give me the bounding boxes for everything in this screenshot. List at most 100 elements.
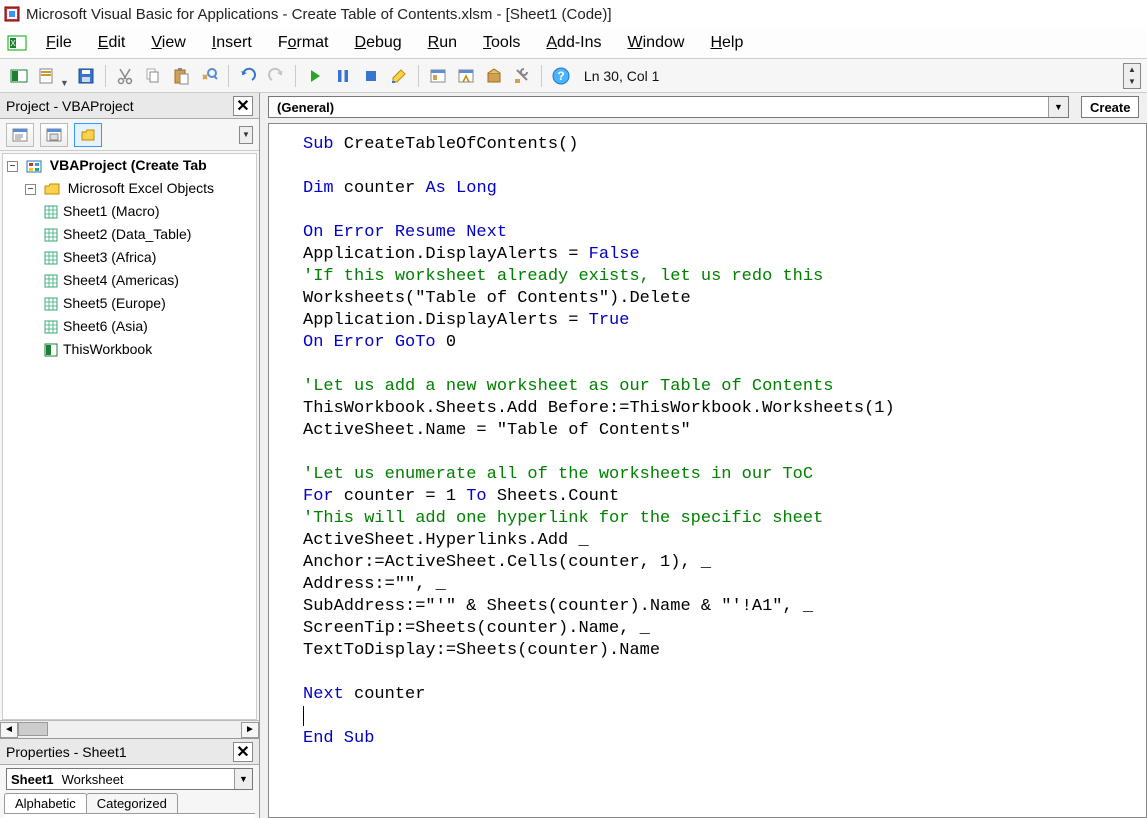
cut-icon[interactable] xyxy=(112,63,138,89)
menu-help[interactable]: Help xyxy=(698,30,755,56)
tree-workbook-item[interactable]: ThisWorkbook xyxy=(43,338,256,361)
window-title: Microsoft Visual Basic for Applications … xyxy=(26,6,612,23)
menu-window[interactable]: Window xyxy=(616,30,697,56)
worksheet-icon xyxy=(43,250,59,266)
scroll-left-icon[interactable]: ◄ xyxy=(0,722,18,738)
scroll-track[interactable] xyxy=(18,722,241,738)
menu-run[interactable]: Run xyxy=(416,30,469,56)
menu-insert[interactable]: Insert xyxy=(200,30,264,56)
collapse-icon[interactable]: − xyxy=(25,184,36,195)
collapse-icon[interactable]: − xyxy=(7,161,18,172)
tree-sheet-item[interactable]: Sheet2 (Data_Table) xyxy=(43,223,256,246)
view-object-icon[interactable] xyxy=(40,123,68,147)
separator xyxy=(541,65,542,87)
left-column: Project - VBAProject ✕ ▼ − VBAProject (C… xyxy=(0,93,260,818)
menu-bar: X File Edit View Insert Format Debug Run… xyxy=(0,28,1147,59)
excel-host-icon[interactable]: X xyxy=(6,32,28,54)
close-icon[interactable]: ✕ xyxy=(233,96,253,116)
properties-pane-header: Properties - Sheet1 ✕ xyxy=(0,739,259,765)
tree-sheet-item[interactable]: Sheet4 (Americas) xyxy=(43,269,256,292)
tree-sheet-label: Sheet2 (Data_Table) xyxy=(63,226,191,242)
project-pane-title: Project - VBAProject xyxy=(6,98,134,114)
project-icon xyxy=(26,158,42,174)
tree-sheet-item[interactable]: Sheet1 (Macro) xyxy=(43,200,256,223)
insert-module-icon[interactable] xyxy=(34,63,60,89)
properties-window-icon[interactable] xyxy=(453,63,479,89)
save-icon[interactable] xyxy=(73,63,99,89)
tab-categorized[interactable]: Categorized xyxy=(86,793,178,813)
worksheet-icon xyxy=(43,319,59,335)
title-bar: Microsoft Visual Basic for Applications … xyxy=(0,0,1147,28)
menu-file[interactable]: File xyxy=(34,30,84,56)
tree-group[interactable]: − Microsoft Excel Objects Sheet1 (Macro)… xyxy=(25,177,256,361)
view-excel-icon[interactable] xyxy=(6,63,32,89)
tree-sheet-item[interactable]: Sheet5 (Europe) xyxy=(43,292,256,315)
procedure-dropdown[interactable]: Create xyxy=(1081,96,1139,118)
project-hscroll[interactable]: ◄ ► xyxy=(0,720,259,738)
project-explorer-icon[interactable] xyxy=(425,63,451,89)
separator xyxy=(418,65,419,87)
copy-icon[interactable] xyxy=(140,63,166,89)
object-browser-icon[interactable] xyxy=(481,63,507,89)
properties-object-dropdown[interactable]: Sheet1 Worksheet ▼ xyxy=(6,768,253,790)
toolbar-overflow[interactable]: ▲▼ xyxy=(1123,63,1141,89)
tree-workbook-label: ThisWorkbook xyxy=(63,341,152,357)
menu-tools[interactable]: Tools xyxy=(471,30,532,56)
tree-sheet-label: Sheet3 (Africa) xyxy=(63,249,156,265)
chevron-down-icon[interactable]: ▼ xyxy=(234,769,252,789)
worksheet-icon xyxy=(43,204,59,220)
run-icon[interactable] xyxy=(302,63,328,89)
tree-sheet-label: Sheet5 (Europe) xyxy=(63,295,166,311)
main-split: Project - VBAProject ✕ ▼ − VBAProject (C… xyxy=(0,93,1147,818)
properties-pane-title: Properties - Sheet1 xyxy=(6,744,127,760)
menu-view[interactable]: View xyxy=(139,30,197,56)
tab-alphabetic[interactable]: Alphabetic xyxy=(4,793,87,813)
project-toolbar: ▼ xyxy=(0,119,259,151)
design-mode-icon[interactable] xyxy=(386,63,412,89)
code-editor[interactable]: Sub CreateTableOfContents() Dim counter … xyxy=(268,123,1147,818)
menu-format[interactable]: Format xyxy=(266,30,341,56)
svg-text:X: X xyxy=(10,39,16,48)
separator xyxy=(228,65,229,87)
tree-root-label: VBAProject (Create Tab xyxy=(50,157,207,173)
scroll-right-icon[interactable]: ► xyxy=(241,722,259,738)
project-pane-header: Project - VBAProject ✕ xyxy=(0,93,259,119)
redo-icon[interactable] xyxy=(263,63,289,89)
chevron-down-icon[interactable]: ▼ xyxy=(1048,97,1068,117)
worksheet-icon xyxy=(43,296,59,312)
toolbox-icon[interactable] xyxy=(509,63,535,89)
tree-sheet-item[interactable]: Sheet3 (Africa) xyxy=(43,246,256,269)
properties-grid[interactable] xyxy=(4,813,255,818)
tree-sheet-label: Sheet1 (Macro) xyxy=(63,203,159,219)
reset-icon[interactable] xyxy=(358,63,384,89)
view-code-icon[interactable] xyxy=(6,123,34,147)
code-column: (General) ▼ Create Sub CreateTableOfCont… xyxy=(260,93,1147,818)
find-icon[interactable] xyxy=(196,63,222,89)
properties-tabs: Alphabetic Categorized xyxy=(0,793,259,813)
object-dropdown[interactable]: (General) ▼ xyxy=(268,96,1069,118)
tree-sheet-label: Sheet6 (Asia) xyxy=(63,318,148,334)
object-dropdown-label: (General) xyxy=(269,100,342,115)
close-icon[interactable]: ✕ xyxy=(233,742,253,762)
project-toolbar-dropdown[interactable]: ▼ xyxy=(239,126,253,144)
cursor-position: Ln 30, Col 1 xyxy=(584,68,660,84)
separator xyxy=(295,65,296,87)
tree-sheet-item[interactable]: Sheet6 (Asia) xyxy=(43,315,256,338)
menu-edit[interactable]: Edit xyxy=(86,30,138,56)
tree-group-label: Microsoft Excel Objects xyxy=(68,180,214,196)
worksheet-icon xyxy=(43,273,59,289)
separator xyxy=(105,65,106,87)
tree-sheet-label: Sheet4 (Americas) xyxy=(63,272,179,288)
tree-root[interactable]: − VBAProject (Create Tab − Microsoft Exc… xyxy=(7,154,256,361)
project-tree[interactable]: − VBAProject (Create Tab − Microsoft Exc… xyxy=(2,153,257,720)
properties-pane: Properties - Sheet1 ✕ Sheet1 Worksheet ▼… xyxy=(0,738,259,818)
undo-icon[interactable] xyxy=(235,63,261,89)
menu-addins[interactable]: Add-Ins xyxy=(534,30,613,56)
paste-icon[interactable] xyxy=(168,63,194,89)
menu-debug[interactable]: Debug xyxy=(343,30,414,56)
insert-dropdown-icon[interactable]: ▼ xyxy=(60,78,69,92)
break-icon[interactable] xyxy=(330,63,356,89)
toggle-folders-icon[interactable] xyxy=(74,123,102,147)
help-icon[interactable]: ? xyxy=(548,63,574,89)
scroll-thumb[interactable] xyxy=(18,722,48,736)
